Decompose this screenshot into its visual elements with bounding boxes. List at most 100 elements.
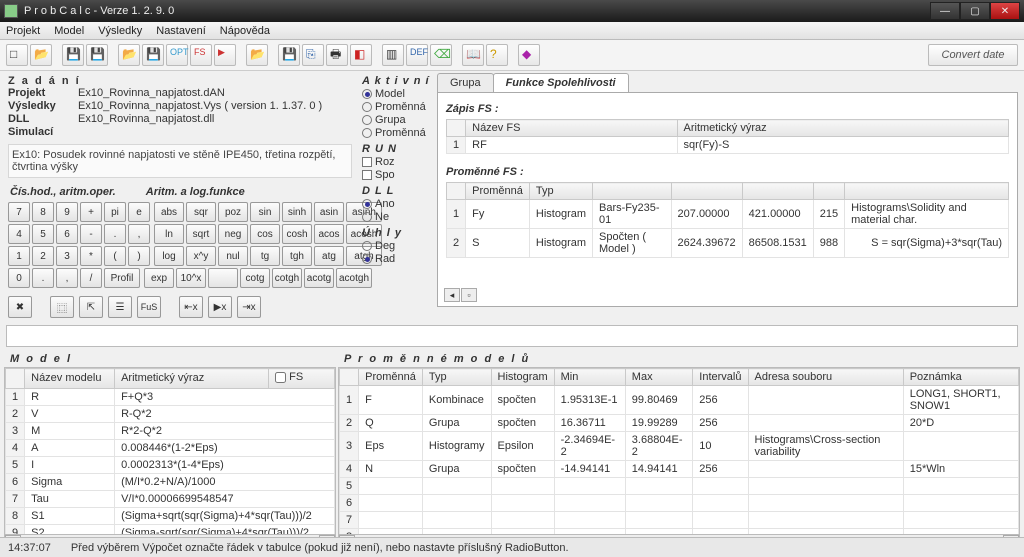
table-row[interactable]: 4A0.008446*(1-2*Eps)	[6, 439, 335, 456]
axes-button[interactable]: ⇱	[79, 296, 103, 318]
table-row[interactable]: 1FyHistogramBars-Fy235-01207.00000421.00…	[447, 200, 1009, 229]
key-profil[interactable]: Profil	[104, 268, 140, 288]
copy-button[interactable]: ⿴	[50, 296, 74, 318]
tb-chart[interactable]: ▥	[382, 44, 404, 66]
tb-save2[interactable]: 💾	[86, 44, 108, 66]
radio-ano[interactable]	[362, 199, 372, 209]
del-button[interactable]: ✖	[8, 296, 32, 318]
table-row[interactable]: 2QGrupaspočten16.3671119.9928925620*D	[340, 415, 1019, 432]
table-row[interactable]: 2SHistogramSpočten ( Model )2624.3967286…	[447, 229, 1009, 258]
key-lparen[interactable]: (	[104, 246, 126, 266]
tb-pdf[interactable]: ◧	[350, 44, 372, 66]
key-8[interactable]: 8	[32, 202, 54, 222]
expression-input[interactable]	[6, 325, 1018, 347]
table-row[interactable]: 9S2(Sigma-sqrt(sqr(Sigma)+4*sqr(Tau)))/2	[6, 524, 335, 535]
table-row[interactable]: 7TauV/I*0.00006699548547	[6, 490, 335, 507]
fn-neg[interactable]: neg	[218, 224, 248, 244]
hscroll[interactable]: ◂▫	[444, 288, 477, 302]
fn-sin[interactable]: sin	[250, 202, 280, 222]
key-1[interactable]: 1	[8, 246, 30, 266]
radio-rad[interactable]	[362, 254, 372, 264]
key-2[interactable]: 2	[32, 246, 54, 266]
fn-atg[interactable]: atg	[314, 246, 344, 266]
table-row[interactable]: 1RF+Q*3	[6, 388, 335, 405]
key-3[interactable]: 3	[56, 246, 78, 266]
tb-about[interactable]: ◆	[518, 44, 540, 66]
table-row[interactable]: 4NGrupaspočten-14.9414114.9414125615*Wln	[340, 461, 1019, 478]
tb-opt[interactable]: OPT	[166, 44, 188, 66]
fn-sinh[interactable]: sinh	[282, 202, 312, 222]
table-row[interactable]: 2VR-Q*2	[6, 405, 335, 422]
key-4[interactable]: 4	[8, 224, 30, 244]
xlast-button[interactable]: ⇥x	[237, 296, 261, 318]
fn-tg[interactable]: tg	[250, 246, 280, 266]
key-pi[interactable]: pi	[104, 202, 126, 222]
tb-open[interactable]: 📂	[30, 44, 52, 66]
key-5[interactable]: 5	[32, 224, 54, 244]
fn-exp[interactable]: exp	[144, 268, 174, 288]
table-row[interactable]: 8S1(Sigma+sqrt(sqr(Sigma)+4*sqr(Tau)))/2	[6, 507, 335, 524]
menu-model[interactable]: Model	[54, 25, 84, 37]
tb-info[interactable]: ?	[486, 44, 508, 66]
radio-promenna2[interactable]	[362, 128, 372, 138]
fn-sqrt[interactable]: sqrt	[186, 224, 216, 244]
radio-promenna1[interactable]	[362, 102, 372, 112]
fn-cosh[interactable]: cosh	[282, 224, 312, 244]
table-row[interactable]: 1RFsqr(Fy)-S	[447, 137, 1009, 154]
key-minus[interactable]: -	[80, 224, 102, 244]
convert-date-button[interactable]: Convert date	[928, 44, 1018, 66]
key-mul[interactable]: *	[80, 246, 102, 266]
fn-acotg[interactable]: acotg	[304, 268, 334, 288]
fn-cos[interactable]: cos	[250, 224, 280, 244]
fs-checkbox[interactable]	[275, 372, 286, 383]
minimize-button[interactable]: —	[930, 2, 960, 20]
tb-open3[interactable]: 📂	[246, 44, 268, 66]
key-rparen[interactable]: )	[128, 246, 150, 266]
tab-grupa[interactable]: Grupa	[437, 73, 494, 92]
chk-roz[interactable]	[362, 157, 372, 167]
radio-grupa[interactable]	[362, 115, 372, 125]
menu-vysledky[interactable]: Výsledky	[98, 25, 142, 37]
table-row[interactable]: 5I0.0002313*(1-4*Eps)	[6, 456, 335, 473]
fus-button[interactable]: FuS	[137, 296, 161, 318]
tb-save4[interactable]: 💾	[278, 44, 300, 66]
table-row[interactable]: 8	[340, 529, 1019, 536]
radio-ne[interactable]	[362, 212, 372, 222]
tb-run[interactable]: ▶	[214, 44, 236, 66]
key-comma2[interactable]: ,	[56, 268, 78, 288]
tb-def[interactable]: DEF	[406, 44, 428, 66]
key-div[interactable]: /	[80, 268, 102, 288]
key-comma[interactable]: ,	[128, 224, 150, 244]
table-row[interactable]: 7	[340, 512, 1019, 529]
menu-napoveda[interactable]: Nápověda	[220, 25, 270, 37]
line-button[interactable]: ☰	[108, 296, 132, 318]
fn-acos[interactable]: acos	[314, 224, 344, 244]
table-row[interactable]: 3MR*2-Q*2	[6, 422, 335, 439]
tb-save[interactable]: 💾	[62, 44, 84, 66]
fn-sqr[interactable]: sqr	[186, 202, 216, 222]
key-0[interactable]: 0	[8, 268, 30, 288]
key-6[interactable]: 6	[56, 224, 78, 244]
fn-log[interactable]: log	[154, 246, 184, 266]
chk-spo[interactable]	[362, 170, 372, 180]
tb-help[interactable]: 📖	[462, 44, 484, 66]
table-row[interactable]: 6Sigma(M/I*0.2+N/A)/1000	[6, 473, 335, 490]
fn-nul[interactable]: nul	[218, 246, 248, 266]
close-button[interactable]: ✕	[990, 2, 1020, 20]
fn-abs[interactable]: abs	[154, 202, 184, 222]
tb-save3[interactable]: 💾	[142, 44, 164, 66]
xfirst-button[interactable]: ⇤x	[179, 296, 203, 318]
tb-new[interactable]: □	[6, 44, 28, 66]
table-row[interactable]: 1FKombinacespočten1.95313E-199.80469256L…	[340, 386, 1019, 415]
tb-open2[interactable]: 📂	[118, 44, 140, 66]
key-plus[interactable]: +	[80, 202, 102, 222]
tb-print[interactable]: 🖶	[326, 44, 348, 66]
tb-fs[interactable]: FS	[190, 44, 212, 66]
menu-projekt[interactable]: Projekt	[6, 25, 40, 37]
table-row[interactable]: 3EpsHistogramyEpsilon-2.34694E-23.68804E…	[340, 432, 1019, 461]
menu-nastaveni[interactable]: Nastavení	[156, 25, 206, 37]
fn-xy[interactable]: x^y	[186, 246, 216, 266]
key-dot2[interactable]: .	[32, 268, 54, 288]
xplay-button[interactable]: ▶x	[208, 296, 232, 318]
tb-copy[interactable]: ⎘	[302, 44, 324, 66]
